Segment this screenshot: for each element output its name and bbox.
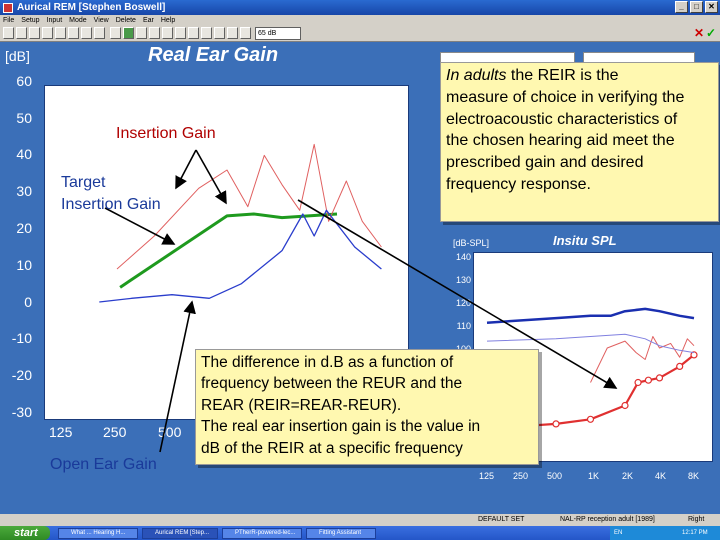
callout-line: the REIR is the [506,67,619,84]
system-tray: EN 12:17 PM [610,526,720,540]
x-tick-500: 500 [158,424,182,440]
toolbar-button-print[interactable] [42,27,53,39]
taskbar-item[interactable]: What ... Hearing H... [58,528,138,539]
taskbar-item-active[interactable]: Aurical REM [Step... [142,528,218,539]
toolbar-button-table[interactable] [201,27,212,39]
toolbar-button-open[interactable] [16,27,27,39]
spl-x-tick-1k: 1K [588,471,600,481]
window-controls: _ □ ✕ [675,1,718,13]
side-panel-title: Insitu SPL [553,233,617,248]
callout-line: prescribed gain and desired [446,154,644,172]
menu-help[interactable]: Help [161,17,175,24]
taskbar: start What ... Hearing H... Aurical REM … [0,526,720,540]
status-prescription: NAL-RP reception adult [1989] [560,516,655,523]
close-icon[interactable]: ✕ [705,1,718,13]
y-tick-minus-30: -30 [11,404,32,420]
y-tick-30: 30 [16,183,32,199]
open-ear-gain-label: Open Ear Gain [50,456,157,473]
y-tick-20: 20 [16,220,32,236]
y-tick-60: 60 [16,73,32,89]
x-tick-125: 125 [49,424,73,440]
taskbar-item[interactable]: PTherR-powered-lec... [222,528,302,539]
y-tick-minus-10: -10 [11,330,32,346]
title-bar: Aurical REM [Stephen Boswell] _ □ ✕ [0,0,720,15]
status-preset: DEFAULT SET [478,516,525,523]
toolbar-button-speaker[interactable] [240,27,251,39]
menu-delete[interactable]: Delete [116,17,136,24]
side-unit-label: [dB-SPL] [453,238,490,248]
insertion-gain-label: Insertion Gain [116,125,216,142]
language-indicator[interactable]: EN [614,530,622,536]
menu-bar: File Setup Input Mode View Delete Ear He… [0,15,720,25]
spl-tick-140: 140 [455,252,471,262]
status-bar: DEFAULT SET NAL-RP reception adult [1989… [0,514,720,526]
spl-x-tick-2k: 2K [622,471,634,481]
callout-line: The difference in d.B as a function of [201,354,454,371]
y-tick-50: 50 [16,110,32,126]
toolbar-button-redo[interactable] [94,27,105,39]
target-label-line-1: Target [61,174,106,191]
spl-x-tick-250: 250 [513,471,529,481]
confirm-icon[interactable]: ✓ [706,26,716,40]
menu-input[interactable]: Input [47,17,63,24]
callout-line: the chosen hearing aid meet the [446,132,675,150]
toolbar-button-measure[interactable] [110,27,121,39]
toolbar-button-options[interactable] [227,27,238,39]
cancel-icon[interactable]: ✕ [694,26,704,40]
y-tick-minus-20: -20 [11,367,32,383]
taskbar-item[interactable]: Fitting Assistant [306,528,376,539]
spl-tick-120: 120 [455,298,471,308]
toolbar-button-run[interactable] [123,27,134,39]
spl-tick-110: 110 [456,321,471,331]
toolbar-button-graph[interactable] [188,27,199,39]
callout-line: The real ear insertion gain is the value… [201,418,481,436]
y-tick-0: 0 [24,294,32,310]
menu-file[interactable]: File [3,17,14,24]
menu-view[interactable]: View [94,17,109,24]
main-panel-title: Real Ear Gain [148,44,279,66]
window-title: Aurical REM [Stephen Boswell] [17,2,166,13]
toolbar-button-copy[interactable] [55,27,66,39]
spl-x-tick-4k: 4K [655,471,667,481]
y-tick-40: 40 [16,146,32,162]
spl-tick-130: 130 [455,275,471,285]
toolbar-button-ear[interactable] [149,27,160,39]
callout-line: frequency response. [446,175,591,193]
callout-line: dB of the REIR at a specific frequency [201,439,463,457]
target-label-line-2: Insertion Gain [61,196,161,213]
minimize-icon[interactable]: _ [675,1,688,13]
start-button[interactable]: start [0,526,50,540]
callout-line: REAR (REIR=REAR-REUR). [201,396,402,414]
menu-setup[interactable]: Setup [21,17,39,24]
clock: 12:17 PM [682,530,708,536]
callout-line: measure of choice in verifying the [446,88,685,106]
toolbar-button-target[interactable] [175,27,186,39]
toolbar-button-save[interactable] [29,27,40,39]
x-tick-250: 250 [103,424,127,440]
reir-callout: In adults the REIR is the measure of cho… [440,62,719,222]
spl-x-tick-125: 125 [479,471,495,481]
spl-x-tick-8k: 8K [688,471,700,481]
toolbar-button-stop[interactable] [136,27,147,39]
spl-x-tick-500: 500 [547,471,563,481]
callout-line: electroacoustic characteristics of [446,110,678,128]
toolbar-button-new[interactable] [3,27,14,39]
callout-line: frequency between the REUR and the [201,375,463,393]
y-tick-10: 10 [16,257,32,273]
toolbar-button-paste[interactable] [68,27,79,39]
difference-callout: The difference in d.B as a function of f… [195,349,539,465]
app-icon [3,2,13,13]
maximize-icon[interactable]: □ [690,1,703,13]
toolbar-button-undo[interactable] [81,27,92,39]
toolbar-button-probe[interactable] [162,27,173,39]
menu-mode[interactable]: Mode [69,17,87,24]
toolbar: 65 dB ✕ ✓ [0,25,720,42]
callout-emphasis: In adults [446,67,507,84]
level-select[interactable]: 65 dB [255,27,301,40]
toolbar-button-curve[interactable] [214,27,225,39]
main-unit-label: [dB] [5,48,30,64]
menu-ear[interactable]: Ear [143,17,154,24]
status-ear: Right [688,516,705,523]
